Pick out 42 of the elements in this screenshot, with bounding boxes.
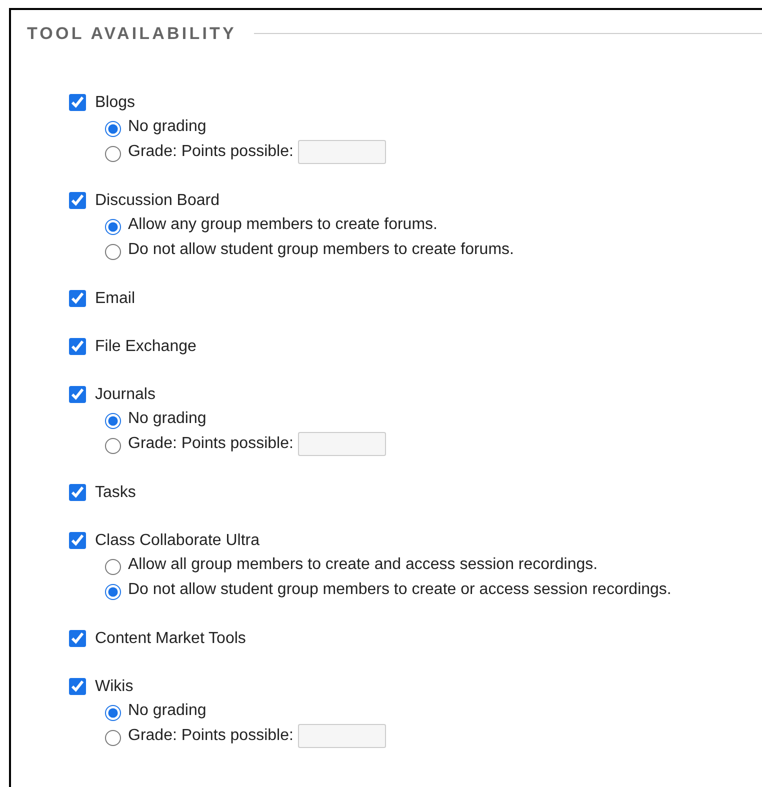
option-label: No grading — [128, 409, 206, 429]
tool-label: Wikis — [95, 676, 134, 696]
tool-checkbox[interactable] — [69, 484, 86, 501]
option-label: Allow all group members to create and access session recordings. — [128, 555, 598, 575]
option-label: Grade: Points possible: — [128, 142, 294, 162]
tool-label: Tasks — [95, 482, 136, 502]
tool-label: Class Collaborate Ultra — [95, 530, 260, 550]
radio-button[interactable] — [105, 730, 121, 746]
radio-button[interactable] — [105, 219, 121, 235]
radio-button[interactable] — [105, 146, 121, 162]
option-label: Allow any group members to create forums. — [128, 215, 438, 235]
option-label: Do not allow student group members to create forums. — [128, 240, 514, 260]
option-label: Do not allow student group members to create or access session recordings. — [128, 580, 672, 600]
points-field[interactable] — [298, 432, 386, 456]
radio-button[interactable] — [105, 438, 121, 454]
option-label: No grading — [128, 701, 206, 721]
radio-button[interactable] — [105, 244, 121, 260]
tool-checkbox[interactable] — [69, 386, 86, 403]
radio-button[interactable] — [105, 705, 121, 721]
tool-label: Blogs — [95, 92, 136, 112]
tool-label: Journals — [95, 384, 156, 404]
tool-checkbox[interactable] — [69, 192, 86, 209]
radio-button[interactable] — [105, 413, 121, 429]
tool-checkbox[interactable] — [69, 290, 86, 307]
points-field[interactable] — [298, 724, 386, 748]
tool-checkbox[interactable] — [69, 630, 86, 647]
radio-button[interactable] — [105, 121, 121, 137]
points-field[interactable] — [298, 140, 386, 164]
section-heading: TOOL AVAILABILITY — [27, 23, 236, 45]
option-label: Grade: Points possible: — [128, 434, 294, 454]
tool-label: Email — [95, 288, 136, 308]
radio-button[interactable] — [105, 584, 121, 600]
tool-checkbox[interactable] — [69, 94, 86, 111]
tool-checkbox[interactable] — [69, 678, 86, 695]
radio-button[interactable] — [105, 559, 121, 575]
tool-label: File Exchange — [95, 336, 196, 356]
option-label: No grading — [128, 117, 206, 137]
tool-checkbox[interactable] — [69, 338, 86, 355]
option-label: Grade: Points possible: — [128, 726, 294, 746]
tool-label: Content Market Tools — [95, 628, 246, 648]
tool-checkbox[interactable] — [69, 532, 86, 549]
tool-label: Discussion Board — [95, 190, 220, 210]
